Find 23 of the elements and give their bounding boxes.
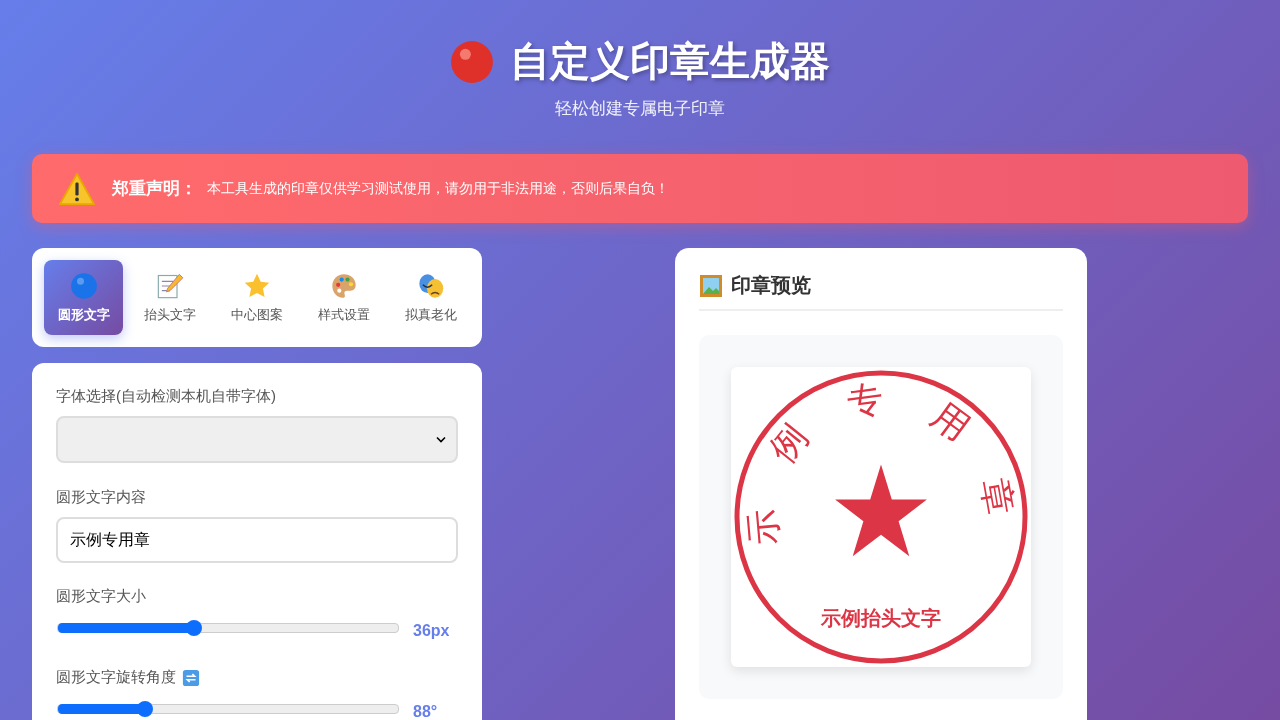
slider-value: 88° [413,702,438,720]
stamp-ring-text: 示 [741,507,786,547]
stamp-bottom-text: 示例抬头文字 [821,607,941,629]
page-subtitle: 轻松创建专属电子印章 [554,98,726,120]
page-title: 自定义印章生成器 [510,38,830,85]
tab[interactable]: 抬头文字 [130,260,210,335]
notice-label: 郑重声明： [112,178,197,200]
tab[interactable]: 拟真老化 [391,260,470,335]
tab[interactable]: 圆形文字 [44,260,123,335]
text-input[interactable]: 示例专用章 [56,517,458,563]
slider-value: 36px [413,621,450,640]
field-label: 圆形文字旋转角度 [56,668,176,687]
field-label: 圆形文字内容 [56,488,147,507]
tab[interactable]: 中心图案 [217,260,297,335]
stamp-ring-text: 用 [924,394,978,449]
stamp-ring-text: 例 [761,416,817,470]
stamp-ring-text: 专 [845,377,887,423]
preview-title: 印章预览 [731,273,811,298]
field-label: 圆形文字大小 [56,587,146,606]
stamp-ring-text: 章 [973,475,1021,518]
notice-text: 本工具生成的印章仅供学习测试使用，请勿用于非法用途，否则后果自负！ [207,179,669,198]
field-label: 字体选择(自动检测本机自带字体) [56,387,277,406]
tab[interactable]: 样式设置 [304,260,384,335]
